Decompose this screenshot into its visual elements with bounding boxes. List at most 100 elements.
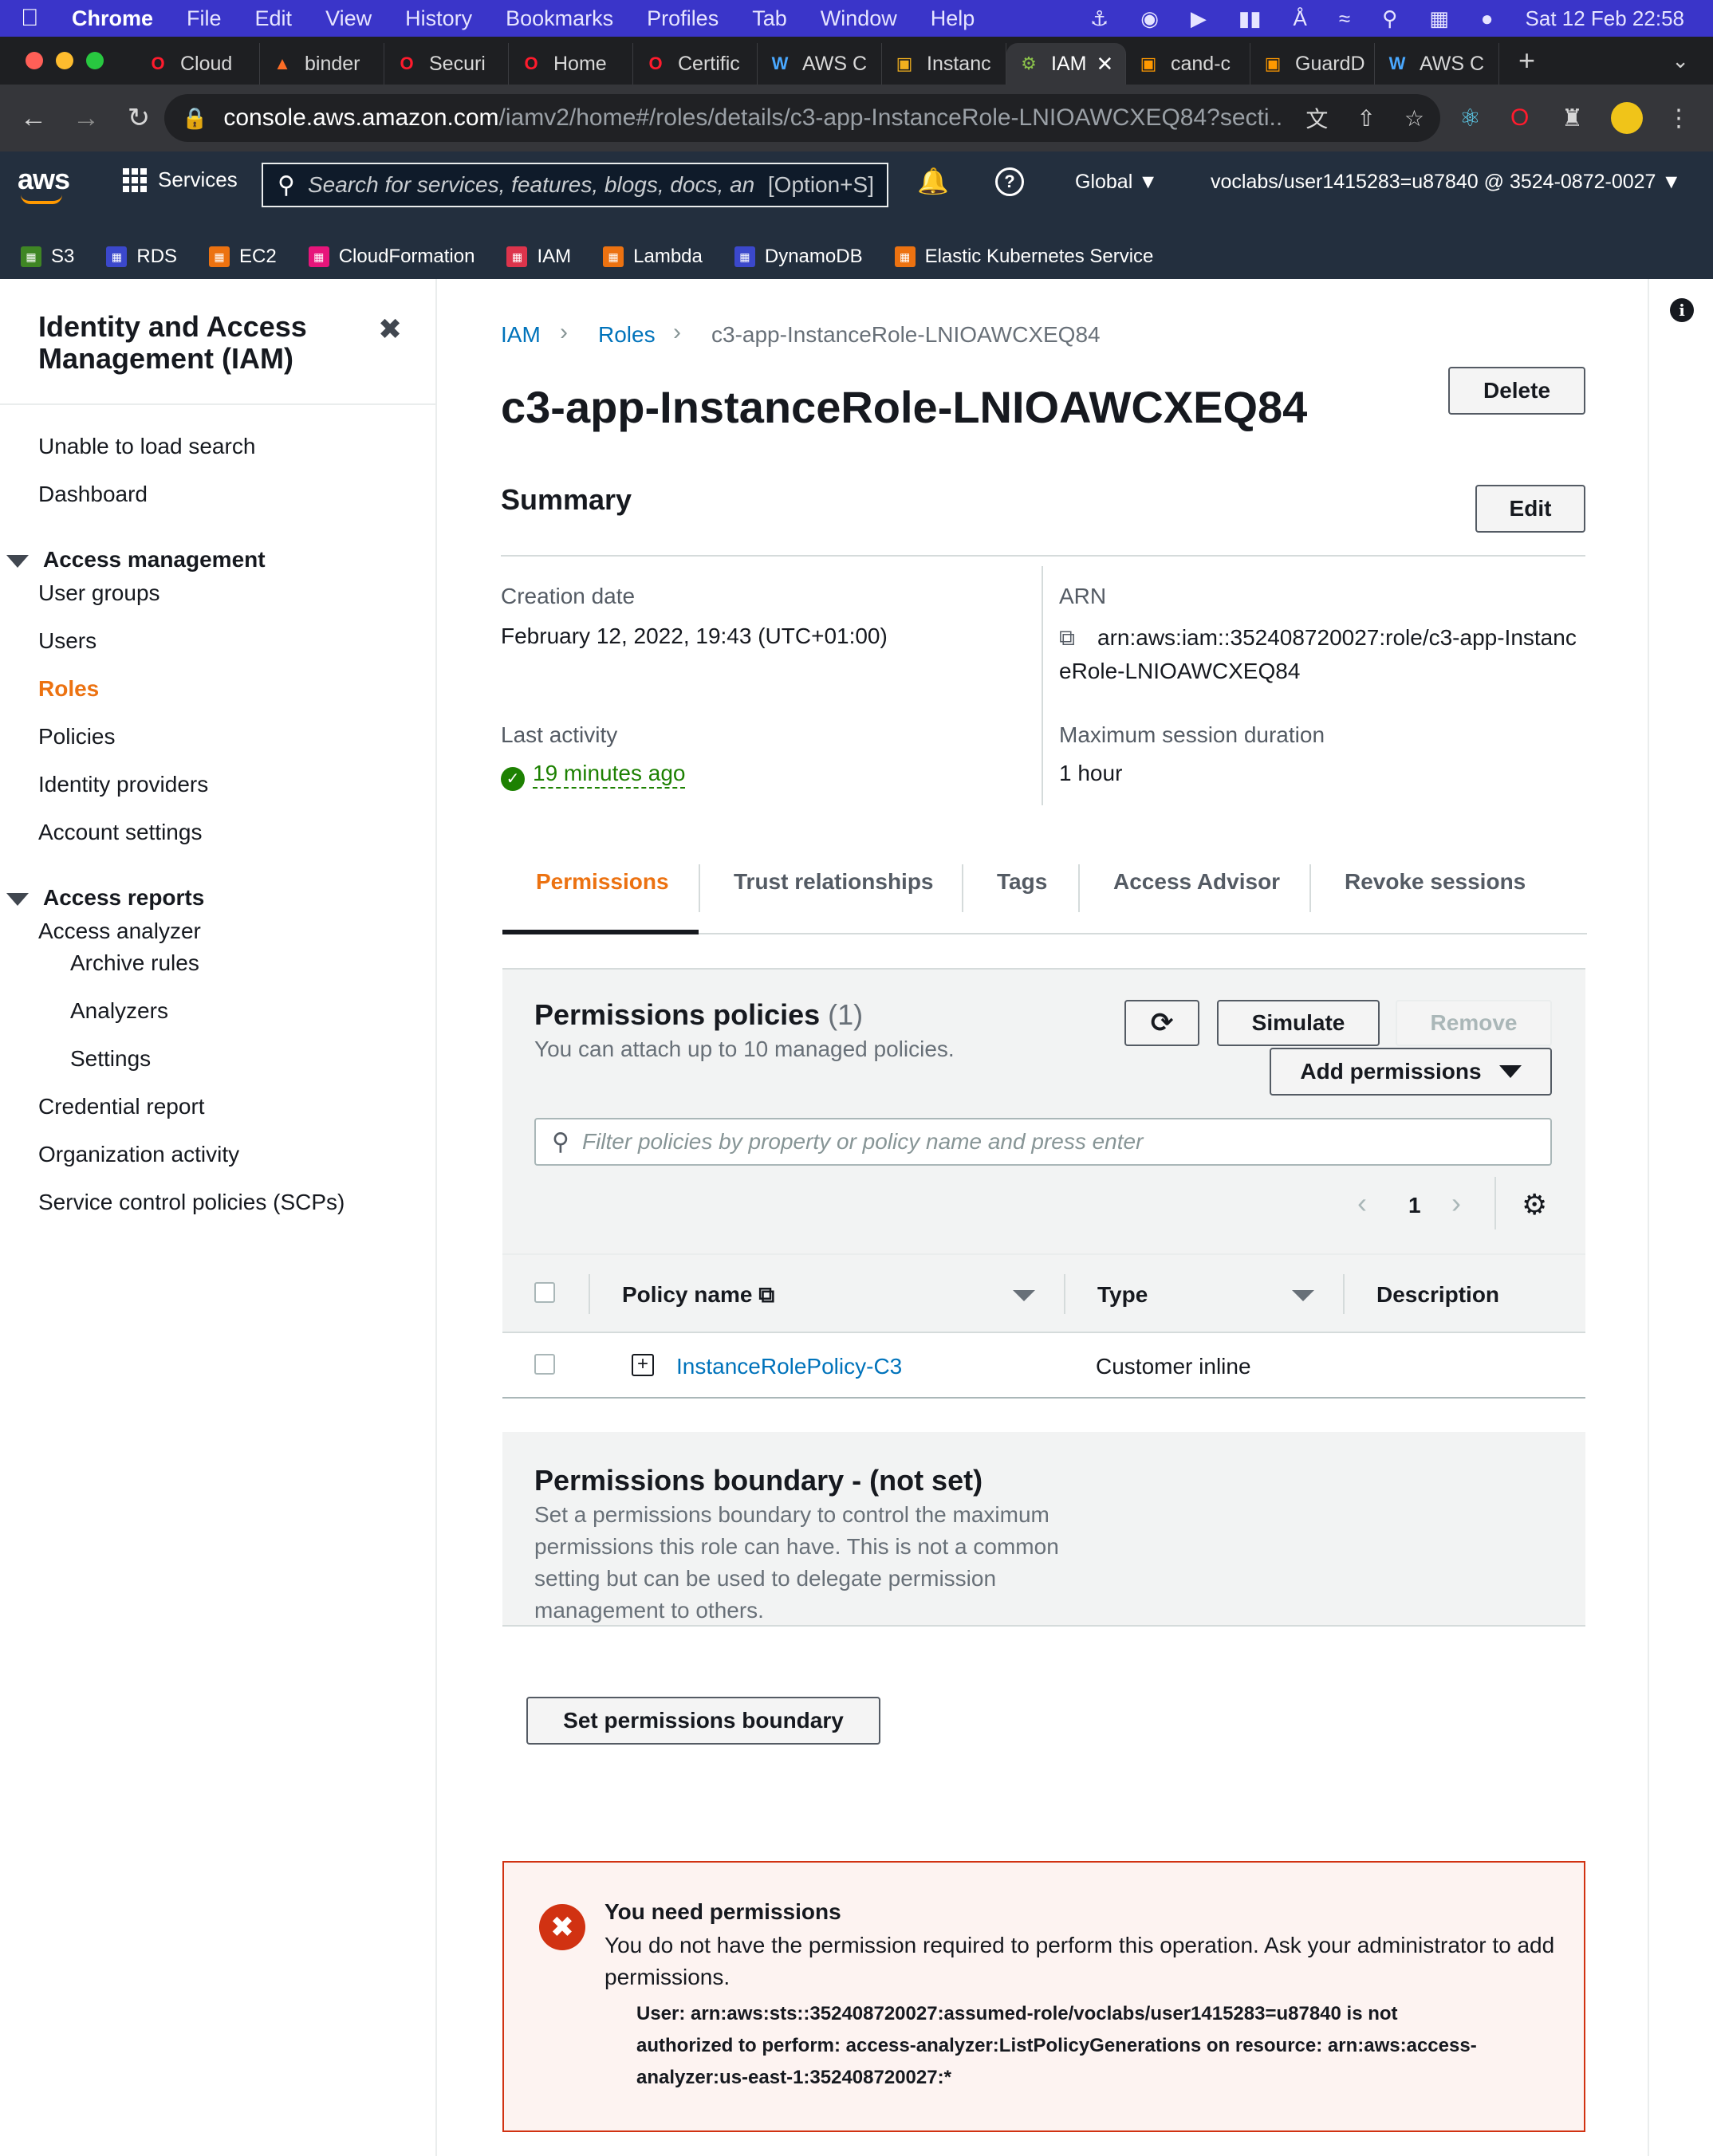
row-checkbox[interactable] <box>534 1354 555 1375</box>
previous-page-icon[interactable]: ‹ <box>1357 1186 1367 1220</box>
browser-tab[interactable]: O Cloud <box>136 43 260 85</box>
menu-file[interactable]: File <box>187 6 222 31</box>
browser-tab[interactable]: O Certific <box>633 43 758 85</box>
region-selector[interactable]: Global ▼ <box>1075 171 1158 194</box>
favorite-lambda[interactable]: ▦ Lambda <box>603 246 703 268</box>
menu-window[interactable]: Window <box>821 6 897 31</box>
sidebar-item-user-groups[interactable]: User groups <box>38 580 160 606</box>
close-tab-icon[interactable]: ✕ <box>1096 52 1113 77</box>
expand-row-icon[interactable]: + <box>632 1354 654 1376</box>
column-header-policy-name[interactable]: Policy name ⧉ <box>622 1282 774 1308</box>
sidebar-item-policies[interactable]: Policies <box>38 724 115 749</box>
tab-tags[interactable]: Tags <box>997 869 1047 895</box>
share-icon[interactable]: ⇧ <box>1357 105 1375 132</box>
favorite-rds[interactable]: ▦ RDS <box>106 246 177 268</box>
policy-name-link[interactable]: InstanceRolePolicy-C3 <box>676 1354 902 1379</box>
menu-app-name[interactable]: Chrome <box>72 6 153 31</box>
browser-tab[interactable]: ▣ GuardD <box>1250 43 1375 85</box>
breadcrumb-roles[interactable]: Roles <box>598 322 656 348</box>
menu-help[interactable]: Help <box>931 6 975 31</box>
battery-icon[interactable]: ▮▮ <box>1238 6 1262 31</box>
browser-tab[interactable]: W AWS C <box>758 43 882 85</box>
forward-icon[interactable]: → <box>67 103 105 134</box>
browser-tab[interactable]: ▣ cand-c <box>1126 43 1250 85</box>
browser-tab[interactable]: W AWS C <box>1375 43 1499 85</box>
remove-button[interactable]: Remove <box>1396 1000 1552 1046</box>
address-bar[interactable]: 🔒 console.aws.amazon.com/iamv2/home#/rol… <box>164 94 1440 142</box>
browser-tab[interactable]: ⚙ IAM ✕ <box>1006 43 1126 85</box>
browser-tab[interactable]: O Securi <box>384 43 509 85</box>
react-devtools-icon[interactable]: ⚛ <box>1459 85 1481 151</box>
extensions-puzzle-icon[interactable]: ♜ <box>1561 85 1583 151</box>
profile-avatar[interactable] <box>1611 85 1643 151</box>
browser-tab[interactable]: ▣ Instanc <box>882 43 1006 85</box>
menu-view[interactable]: View <box>325 6 372 31</box>
preferences-gear-icon[interactable]: ⚙ <box>1522 1188 1547 1222</box>
tab-permissions[interactable]: Permissions <box>536 869 669 895</box>
new-tab-icon[interactable]: + <box>1518 44 1535 77</box>
favorite-iam[interactable]: ▦ IAM <box>506 246 571 268</box>
sidebar-item-users[interactable]: Users <box>38 628 96 654</box>
tab-search-chevron-icon[interactable]: ⌄ <box>1672 49 1689 73</box>
notifications-bell-icon[interactable]: 🔔 <box>917 166 949 196</box>
favorite-elastic-kubernetes-service[interactable]: ▦ Elastic Kubernetes Service <box>894 246 1153 268</box>
menu-bookmarks[interactable]: Bookmarks <box>506 6 613 31</box>
set-permissions-boundary-button[interactable]: Set permissions boundary <box>526 1697 880 1745</box>
sort-caret-icon[interactable] <box>1013 1290 1035 1301</box>
account-menu[interactable]: voclabs/user1415283=u87840 @ 3524-0872-0… <box>1211 171 1681 194</box>
sidebar-item-identity-providers[interactable]: Identity providers <box>38 772 208 797</box>
wifi-icon[interactable]: ≈ <box>1339 6 1350 31</box>
sort-caret-icon[interactable] <box>1292 1290 1314 1301</box>
browser-tab[interactable]: O Home <box>509 43 633 85</box>
siri-icon[interactable]: ● <box>1481 6 1494 31</box>
favorite-dynamodb[interactable]: ▦ DynamoDB <box>734 246 863 268</box>
favorite-ec2[interactable]: ▦ EC2 <box>209 246 277 268</box>
copy-icon[interactable]: ⧉ <box>1059 625 1075 651</box>
policy-filter-input[interactable]: ⚲ Filter policies by property or policy … <box>534 1118 1552 1166</box>
close-sidebar-icon[interactable]: ✖ <box>378 313 402 346</box>
delete-button[interactable]: Delete <box>1448 367 1585 415</box>
bookmark-star-icon[interactable]: ☆ <box>1404 105 1424 132</box>
sidebar-section-access-management[interactable]: Access management <box>6 547 266 572</box>
simulate-button[interactable]: Simulate <box>1217 1000 1380 1046</box>
close-window-button[interactable] <box>26 52 43 69</box>
clock[interactable]: Sat 12 Feb 22:58 <box>1526 6 1684 31</box>
page-number[interactable]: 1 <box>1408 1193 1421 1218</box>
bluetooth-icon[interactable]: Å <box>1294 6 1307 31</box>
sidebar-item-roles[interactable]: Roles <box>38 676 99 702</box>
tab-trust-relationships[interactable]: Trust relationships <box>734 869 934 895</box>
kebab-menu-icon[interactable]: ⋮ <box>1667 85 1691 151</box>
url-text[interactable]: console.aws.amazon.com/iamv2/home#/roles… <box>223 104 1284 132</box>
tab-access-advisor[interactable]: Access Advisor <box>1113 869 1280 895</box>
minimize-window-button[interactable] <box>56 52 73 69</box>
sidebar-section-access-reports[interactable]: Access reports <box>6 885 204 911</box>
last-activity-value[interactable]: ✓ 19 minutes ago <box>501 761 686 791</box>
column-header-type[interactable]: Type <box>1097 1282 1148 1308</box>
menu-tab[interactable]: Tab <box>752 6 787 31</box>
aws-search-input[interactable]: ⚲ Search for services, features, blogs, … <box>262 163 888 207</box>
menu-profiles[interactable]: Profiles <box>647 6 719 31</box>
info-icon[interactable]: i <box>1670 298 1694 322</box>
sidebar-item-access-analyzer[interactable]: Access analyzer <box>38 919 201 944</box>
sidebar-item-credential-report[interactable]: Credential report <box>38 1094 205 1119</box>
reload-icon[interactable]: ↻ <box>120 102 158 134</box>
translate-icon[interactable]: 文 <box>1305 102 1328 134</box>
help-icon[interactable]: ? <box>995 167 1024 196</box>
spotlight-search-icon[interactable]: ⚲ <box>1382 6 1397 31</box>
opera-extension-icon[interactable]: O <box>1510 85 1529 151</box>
sidebar-item-scps[interactable]: Service control policies (SCPs) <box>38 1190 345 1215</box>
sidebar-item-account-settings[interactable]: Account settings <box>38 820 202 845</box>
play-icon[interactable]: ▶ <box>1191 6 1207 31</box>
sidebar-item-analyzers[interactable]: Analyzers <box>70 998 168 1024</box>
refresh-button[interactable]: ⟳ <box>1124 1000 1199 1046</box>
sidebar-item-settings[interactable]: Settings <box>70 1046 151 1072</box>
select-all-checkbox[interactable] <box>534 1282 555 1303</box>
sidebar-item-organization-activity[interactable]: Organization activity <box>38 1142 239 1167</box>
favorite-s3[interactable]: ▦ S3 <box>21 246 74 268</box>
add-permissions-dropdown[interactable]: Add permissions <box>1270 1048 1552 1096</box>
apple-icon[interactable]:  <box>21 5 45 32</box>
favorite-cloudformation[interactable]: ▦ CloudFormation <box>308 246 475 268</box>
docker-icon[interactable]: ⚓ <box>1090 6 1109 31</box>
aws-logo[interactable]: aws <box>18 163 70 196</box>
menu-history[interactable]: History <box>405 6 472 31</box>
